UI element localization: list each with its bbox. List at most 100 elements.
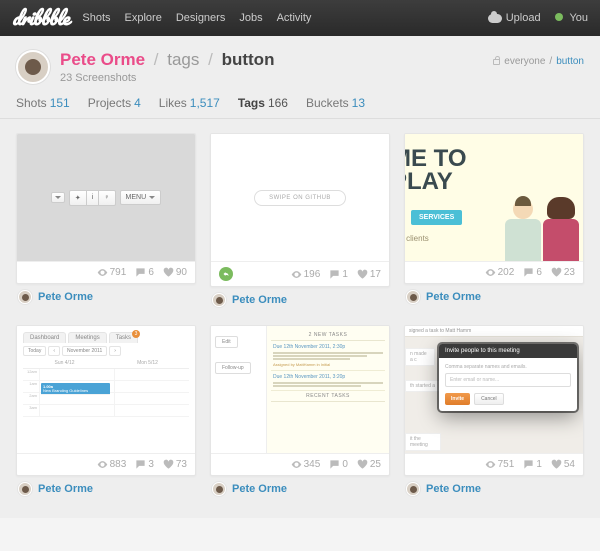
shot-thumbnail: ME TOPLAY SERVICES eir clients [405, 134, 583, 262]
shot-card[interactable]: signed a task to Matt Hamm n made a c th… [404, 325, 584, 476]
tab-shots[interactable]: Shots151 [16, 96, 70, 110]
shot-stats: 202 6 23 [405, 262, 583, 283]
author-link[interactable]: Pete Orme [426, 483, 481, 495]
rebound-icon [219, 267, 233, 281]
nav-jobs[interactable]: Jobs [239, 12, 262, 24]
heart-icon [551, 459, 562, 470]
heart-icon [357, 459, 368, 470]
comments-count: 6 [148, 267, 154, 278]
tab-projects[interactable]: Projects4 [88, 96, 141, 110]
shot-stats: 345 0 25 [211, 454, 389, 475]
visibility-label: everyone [504, 56, 545, 67]
author-link[interactable]: Pete Orme [38, 483, 93, 495]
comments-count: 1 [536, 459, 542, 470]
visibility-filter[interactable]: everyone / button [493, 56, 584, 67]
shot-thumbnail: ✦i♀ MENU [17, 134, 195, 262]
shot-card[interactable]: ME TOPLAY SERVICES eir clients 202 6 23 [404, 133, 584, 284]
author-link[interactable]: Pete Orme [426, 291, 481, 303]
views-count: 196 [304, 269, 321, 280]
eye-icon [97, 459, 108, 470]
shot-thumbnail: Dashboard Meetings Tasks Today ‹ Novembe… [17, 326, 195, 454]
likes-count: 25 [370, 459, 381, 470]
shot-item: Edit Follow-up 2 NEW TASKS Due 12th Nove… [210, 325, 390, 500]
tab-tags[interactable]: Tags166 [238, 96, 288, 110]
author-avatar[interactable] [406, 482, 420, 496]
crumb-tag: button [222, 50, 275, 69]
shot-thumbnail: Edit Follow-up 2 NEW TASKS Due 12th Nove… [211, 326, 389, 454]
shot-stats: 791 6 90 [17, 262, 195, 283]
breadcrumb: Pete Orme / tags / button [60, 50, 274, 70]
cloud-upload-icon [488, 14, 502, 23]
top-nav: Shots Explore Designers Jobs Activity [82, 12, 487, 24]
shot-meta: Pete Orme [404, 476, 584, 500]
heart-icon [357, 269, 368, 280]
likes-count: 23 [564, 267, 575, 278]
tab-buckets[interactable]: Buckets13 [306, 96, 365, 110]
tab-likes[interactable]: Likes1,517 [159, 96, 220, 110]
nav-explore[interactable]: Explore [125, 12, 162, 24]
upload-link[interactable]: Upload [488, 12, 541, 24]
shot-card[interactable]: SWIPE ON GITHUB 196 1 17 [210, 133, 390, 287]
heart-icon [163, 267, 174, 278]
likes-count: 73 [176, 459, 187, 470]
author-avatar[interactable] [212, 293, 226, 307]
shot-thumbnail: signed a task to Matt Hamm n made a c th… [405, 326, 583, 454]
shot-item: ✦i♀ MENU 791 6 90 Pete Orme [16, 133, 196, 311]
comments-count: 1 [342, 269, 348, 280]
shot-card[interactable]: ✦i♀ MENU 791 6 90 [16, 133, 196, 284]
eye-icon [485, 267, 496, 278]
shot-card[interactable]: Dashboard Meetings Tasks Today ‹ Novembe… [16, 325, 196, 476]
heart-icon [551, 267, 562, 278]
upload-label: Upload [506, 12, 541, 24]
eye-icon [485, 459, 496, 470]
shot-stats: 883 3 73 [17, 454, 195, 475]
shot-meta: Pete Orme [404, 284, 584, 308]
comment-icon [329, 269, 340, 280]
shot-item: ME TOPLAY SERVICES eir clients 202 6 23 … [404, 133, 584, 311]
comment-icon [135, 267, 146, 278]
crumb-section[interactable]: tags [167, 50, 199, 69]
nav-activity[interactable]: Activity [277, 12, 312, 24]
shot-item: signed a task to Matt Hamm n made a c th… [404, 325, 584, 500]
you-label: You [569, 12, 588, 24]
author-avatar[interactable] [18, 290, 32, 304]
likes-count: 17 [370, 269, 381, 280]
heart-icon [163, 459, 174, 470]
comments-count: 0 [342, 459, 348, 470]
shot-thumbnail: SWIPE ON GITHUB [211, 134, 389, 262]
lock-icon [493, 59, 500, 65]
views-count: 345 [304, 459, 321, 470]
shot-item: SWIPE ON GITHUB 196 1 17 Pete Orme [210, 133, 390, 311]
you-link[interactable]: You [555, 12, 588, 24]
profile-header: Pete Orme / tags / button 23 Screenshots… [0, 36, 600, 90]
shot-item: Dashboard Meetings Tasks Today ‹ Novembe… [16, 325, 196, 500]
shot-meta: Pete Orme [210, 287, 390, 311]
author-link[interactable]: Pete Orme [232, 294, 287, 306]
shots-grid: ✦i♀ MENU 791 6 90 Pete Orme SW [0, 119, 600, 518]
logo[interactable]: dribbble [12, 3, 68, 34]
views-count: 202 [498, 267, 515, 278]
presence-dot-icon [555, 13, 563, 21]
author-avatar[interactable] [212, 482, 226, 496]
views-count: 883 [110, 459, 127, 470]
shot-meta: Pete Orme [210, 476, 390, 500]
nav-shots[interactable]: Shots [82, 12, 110, 24]
author-avatar[interactable] [18, 482, 32, 496]
eye-icon [291, 459, 302, 470]
visibility-tag: button [556, 56, 584, 67]
comment-icon [523, 459, 534, 470]
author-link[interactable]: Pete Orme [232, 483, 287, 495]
author-avatar[interactable] [406, 290, 420, 304]
eye-icon [291, 269, 302, 280]
nav-designers[interactable]: Designers [176, 12, 226, 24]
shot-card[interactable]: Edit Follow-up 2 NEW TASKS Due 12th Nove… [210, 325, 390, 476]
likes-count: 54 [564, 459, 575, 470]
shot-meta: Pete Orme [16, 284, 196, 308]
shot-meta: Pete Orme [16, 476, 196, 500]
avatar[interactable] [16, 50, 50, 84]
crumb-user[interactable]: Pete Orme [60, 50, 145, 69]
topbar: dribbble Shots Explore Designers Jobs Ac… [0, 0, 600, 36]
comment-icon [523, 267, 534, 278]
author-link[interactable]: Pete Orme [38, 291, 93, 303]
page: Pete Orme / tags / button 23 Screenshots… [0, 36, 600, 518]
